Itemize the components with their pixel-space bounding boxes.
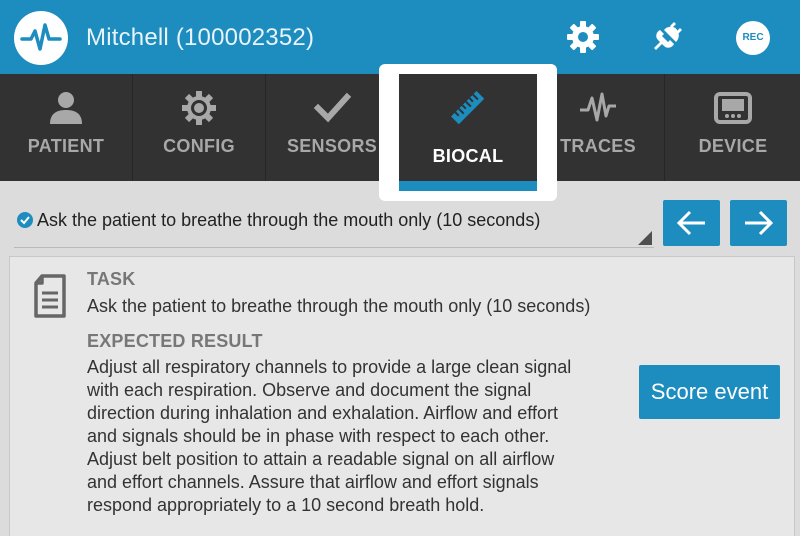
tab-label: PATIENT (27, 136, 105, 156)
task-panel: TASK Ask the patient to breathe through … (9, 256, 795, 536)
waveform-icon (578, 88, 618, 128)
expected-result-heading: EXPECTED RESULT (87, 331, 263, 351)
patient-title: Mitchell (100002352) (86, 24, 315, 51)
active-tab-indicator (399, 181, 537, 191)
tab-label: DEVICE (698, 136, 768, 156)
tab-label: CONFIG (163, 136, 235, 156)
person-icon (46, 88, 86, 128)
task-heading: TASK (87, 269, 136, 289)
task-text: Ask the patient to breathe through the m… (87, 296, 591, 316)
pulse-logo-icon (14, 11, 68, 65)
tab-device[interactable]: DEVICE (666, 74, 800, 181)
tab-patient[interactable]: PATIENT (0, 74, 133, 181)
tab-biocal-inner: BIOCAL (399, 74, 537, 191)
step-dropdown[interactable]: Ask the patient to breathe through the m… (14, 200, 654, 248)
document-icon (30, 273, 70, 319)
ruler-icon (448, 88, 488, 128)
expected-line: Adjust all respiratory channels to provi… (87, 357, 572, 377)
expected-line: direction during inhalation and exhalati… (87, 403, 558, 423)
record-button[interactable]: REC (736, 21, 770, 55)
device-icon (713, 88, 753, 128)
check-icon (312, 88, 352, 128)
expected-line: with each respiration. Observe and docum… (87, 380, 532, 400)
arrow-left-icon (676, 210, 705, 236)
app-header: Mitchell (100002352) REC (0, 0, 800, 74)
expected-line: respond appropriately to a 10 second bre… (87, 495, 485, 515)
step-dropdown-value: Ask the patient to breathe through the m… (37, 210, 541, 230)
tab-biocal[interactable]: BIOCAL (379, 64, 557, 201)
expected-result-text: Adjust all respiratory channels to provi… (87, 356, 571, 517)
expected-line: and effort channels. Assure that airflow… (87, 472, 539, 492)
previous-step-button[interactable] (663, 200, 720, 246)
gear-icon (179, 88, 219, 128)
expected-line: Adjust belt position to attain a readabl… (87, 449, 555, 469)
next-step-button[interactable] (730, 200, 787, 246)
completed-check-icon (17, 212, 33, 228)
score-event-button[interactable]: Score event (639, 365, 780, 419)
expected-line: and signals should be in phase with resp… (87, 426, 550, 446)
tab-config[interactable]: CONFIG (133, 74, 266, 181)
arrow-right-icon (745, 210, 774, 236)
plug-icon[interactable] (648, 18, 686, 56)
dropdown-arrow-icon (638, 231, 652, 245)
gear-icon[interactable] (564, 18, 602, 56)
tab-label: BIOCAL (432, 146, 504, 166)
